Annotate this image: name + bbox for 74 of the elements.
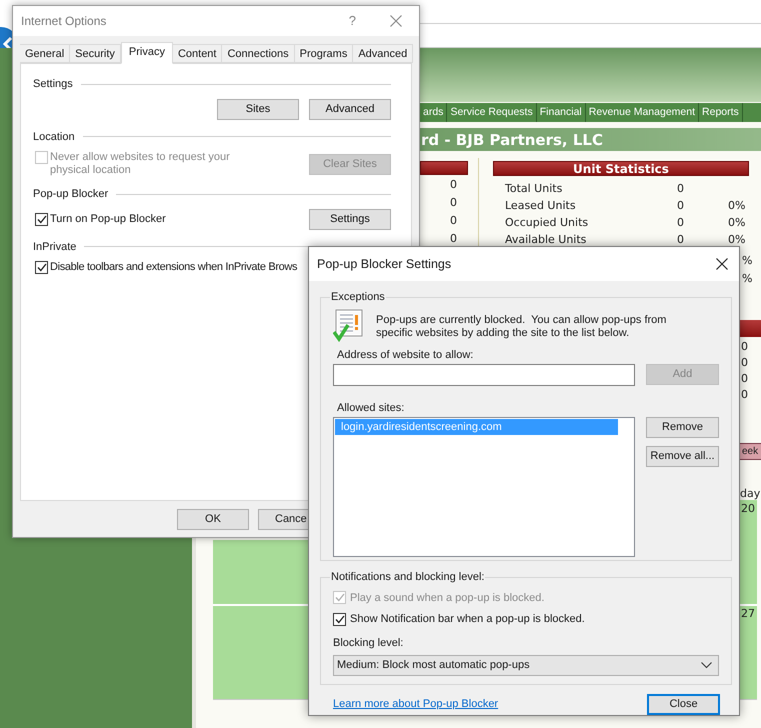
ok-button[interactable]: OK [177, 509, 249, 530]
stat-value: 0 [741, 387, 748, 403]
help-button[interactable]: ? [348, 11, 356, 31]
tab[interactable]: Content [172, 44, 222, 63]
calendar-date: 20 [741, 501, 755, 517]
group-label: Exceptions [330, 290, 386, 305]
stat-value: 0 [677, 198, 684, 214]
group-label: Notifications and blocking level: [330, 570, 486, 585]
tab[interactable]: Security [70, 44, 121, 63]
tab[interactable]: Connections [222, 44, 295, 63]
document-check-icon [333, 308, 364, 342]
stat-value: 0 [741, 339, 748, 355]
tab[interactable]: Privacy [120, 42, 173, 64]
button[interactable]: Settings [309, 208, 391, 230]
stat-label: Total Units [505, 181, 562, 197]
stat-value: 0 [741, 371, 748, 387]
stat-value: 0 [450, 213, 457, 229]
checkbox[interactable] [333, 612, 346, 626]
stat-value: 0 [677, 215, 684, 231]
checkbox-label: Disable toolbars and extensions when InPrivate Brows [50, 261, 298, 274]
dropdown-value: Medium: Block most automatic pop-ups [337, 658, 531, 673]
field-label: Allowed sites: [337, 400, 406, 414]
checkbox-label: Turn on Pop-up Blocker [50, 212, 166, 226]
link[interactable]: Learn more about Pop-up Blocker [333, 696, 647, 712]
stat-percent: % [742, 253, 752, 269]
section-heading: InPrivate [33, 240, 76, 254]
week-button[interactable]: eek [739, 443, 761, 460]
stat-label: Occupied Units [505, 215, 588, 231]
button[interactable]: Advanced [309, 98, 391, 120]
remove-button[interactable]: Remove [646, 416, 719, 438]
section-heading: Settings [33, 77, 73, 92]
nav-tab[interactable]: Financial [536, 103, 586, 122]
close-button[interactable]: Close [647, 694, 720, 714]
tab[interactable]: Programs [294, 44, 354, 63]
button[interactable]: Sites [217, 98, 299, 120]
tab[interactable]: Advanced [353, 44, 414, 63]
checkbox-label: Show Notification bar when a pop-up is blocked. [350, 612, 585, 627]
stat-value: 0 [450, 231, 457, 247]
calendar-date: 27 [741, 606, 755, 622]
stat-percent: 0% [728, 232, 746, 248]
field-label: Address of website to allow: [337, 348, 474, 362]
stat-value: 0 [677, 181, 684, 197]
checkbox[interactable] [35, 212, 48, 226]
nav-tab[interactable]: Service Requests [447, 103, 537, 122]
close-icon[interactable] [716, 258, 728, 270]
stat-value: 0 [677, 232, 684, 248]
input-field[interactable] [333, 364, 635, 386]
stat-value: 0 [450, 195, 457, 211]
window-title: Pop-up Blocker Settings [317, 256, 452, 273]
checkbox-label: Never allow websites to request your physical location [50, 151, 231, 177]
stat-percent: % [742, 271, 752, 287]
stat-percent: 0% [728, 198, 746, 214]
chevron-down-icon [701, 662, 712, 668]
section-heading: Location [33, 130, 75, 144]
tab[interactable]: General [20, 44, 70, 63]
stat-value: 0 [741, 355, 748, 371]
dropdown[interactable]: Medium: Block most automatic pop-ups [333, 654, 719, 676]
section-header: Unit Statistics [493, 161, 749, 176]
stat-percent: 0% [728, 215, 746, 231]
remove-all-button[interactable]: Remove all... [646, 446, 719, 466]
info-message: Pop-ups are currently blocked. You can allow pop-ups from specific websites by adding the site to the list below. [376, 314, 668, 340]
stat-value: 0 [450, 177, 457, 193]
field-label: Blocking level: [333, 636, 404, 650]
window-title: Internet Options [21, 13, 108, 30]
checkbox-label: Play a sound when a pop-up is blocked. [350, 590, 544, 606]
panel-header-bar [420, 161, 468, 175]
stat-label: Available Units [505, 232, 586, 248]
page-title: rd - BJB Partners, LLC [421, 130, 603, 151]
checkbox[interactable] [35, 261, 48, 274]
nav-tab[interactable]: Reports [699, 103, 743, 122]
section-heading: Pop-up Blocker [33, 187, 108, 202]
stat-label: Leased Units [505, 198, 576, 214]
nav-tab[interactable]: Revenue Management [586, 103, 700, 122]
column-header: day [740, 486, 760, 502]
